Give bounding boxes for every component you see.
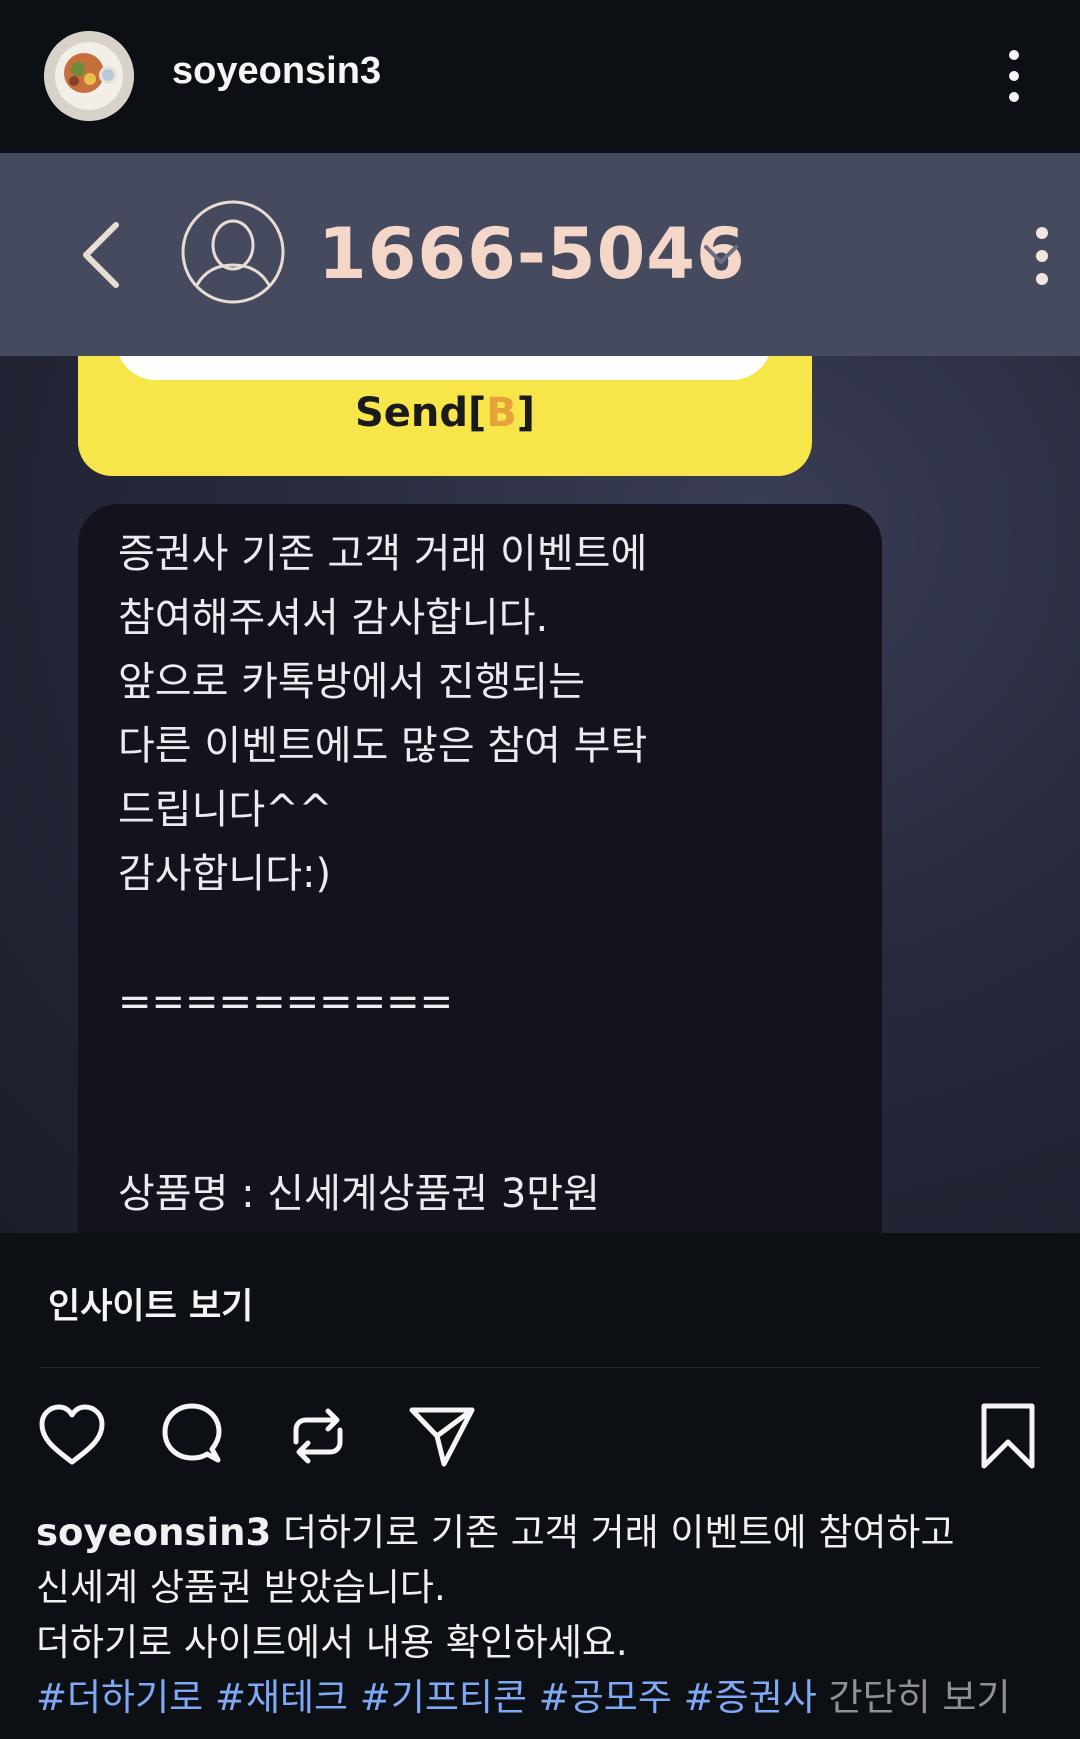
send-label-bracket-open: [ <box>467 390 487 436</box>
view-insights-link[interactable]: 인사이트 보기 <box>48 1278 253 1329</box>
post-image[interactable]: 1666-5046 Send[B] 증권사 기존 고객 거래 이벤트에 참여해주… <box>0 153 1080 1233</box>
send-card-inner <box>116 356 772 380</box>
sms-header: 1666-5046 <box>0 153 1080 356</box>
post-username[interactable]: soyeonsin3 <box>172 50 381 93</box>
repost-icon[interactable] <box>282 1400 354 1472</box>
hashtag-link[interactable]: #재테크 <box>215 1676 348 1719</box>
heart-icon[interactable] <box>36 1400 108 1472</box>
caption-line-3: 더하기로 사이트에서 내용 확인하세요. <box>36 1621 628 1664</box>
hashtag-link[interactable]: #증권사 <box>684 1676 817 1719</box>
sms-more-icon <box>1022 223 1062 289</box>
caption-hashtags: #더하기로 #재테크 #기프티콘 #공모주 #증권사 간단히 보기 <box>36 1670 1046 1725</box>
post-caption: soyeonsin3 더하기로 기존 고객 거래 이벤트에 참여하고 신세계 상… <box>36 1505 1046 1725</box>
sms-phone-number: 1666-5046 <box>318 213 746 295</box>
send-card: Send[B] <box>78 356 812 476</box>
send-label-b: B <box>486 390 517 436</box>
chevron-down-icon <box>700 237 742 273</box>
chat-background: Send[B] 증권사 기존 고객 거래 이벤트에 참여해주셔서 감사합니다. … <box>0 356 1080 1233</box>
hashtag-link[interactable]: #기프티콘 <box>360 1676 527 1719</box>
bookmark-icon[interactable] <box>972 1400 1044 1472</box>
divider <box>40 1367 1040 1368</box>
hashtag-link[interactable]: #공모주 <box>539 1676 672 1719</box>
hashtag-link[interactable]: #더하기로 <box>36 1676 203 1719</box>
caption-line-2: 신세계 상품권 받았습니다. <box>36 1566 446 1609</box>
share-icon[interactable] <box>406 1400 478 1472</box>
contact-avatar-icon <box>180 199 286 305</box>
send-label: Send[B] <box>78 390 812 436</box>
post-header: soyeonsin3 <box>0 0 1080 153</box>
caption-username[interactable]: soyeonsin3 <box>36 1511 271 1554</box>
send-label-prefix: Send <box>354 390 468 436</box>
send-label-bracket-close: ] <box>516 390 536 436</box>
message-text: 증권사 기존 고객 거래 이벤트에 참여해주셔서 감사합니다. 앞으로 카톡방에… <box>118 531 648 1217</box>
caption-text-1: 더하기로 기존 고객 거래 이벤트에 참여하고 <box>271 1511 955 1554</box>
caption-line-1: soyeonsin3 더하기로 기존 고객 거래 이벤트에 참여하고 <box>36 1505 1046 1560</box>
message-bubble: 증권사 기존 고객 거래 이벤트에 참여해주셔서 감사합니다. 앞으로 카톡방에… <box>78 504 882 1233</box>
back-arrow-icon <box>76 219 126 291</box>
comment-icon[interactable] <box>156 1400 228 1472</box>
profile-avatar[interactable] <box>44 31 134 121</box>
more-vertical-icon[interactable] <box>994 46 1034 106</box>
show-less-link[interactable]: 간단히 보기 <box>829 1676 1011 1719</box>
